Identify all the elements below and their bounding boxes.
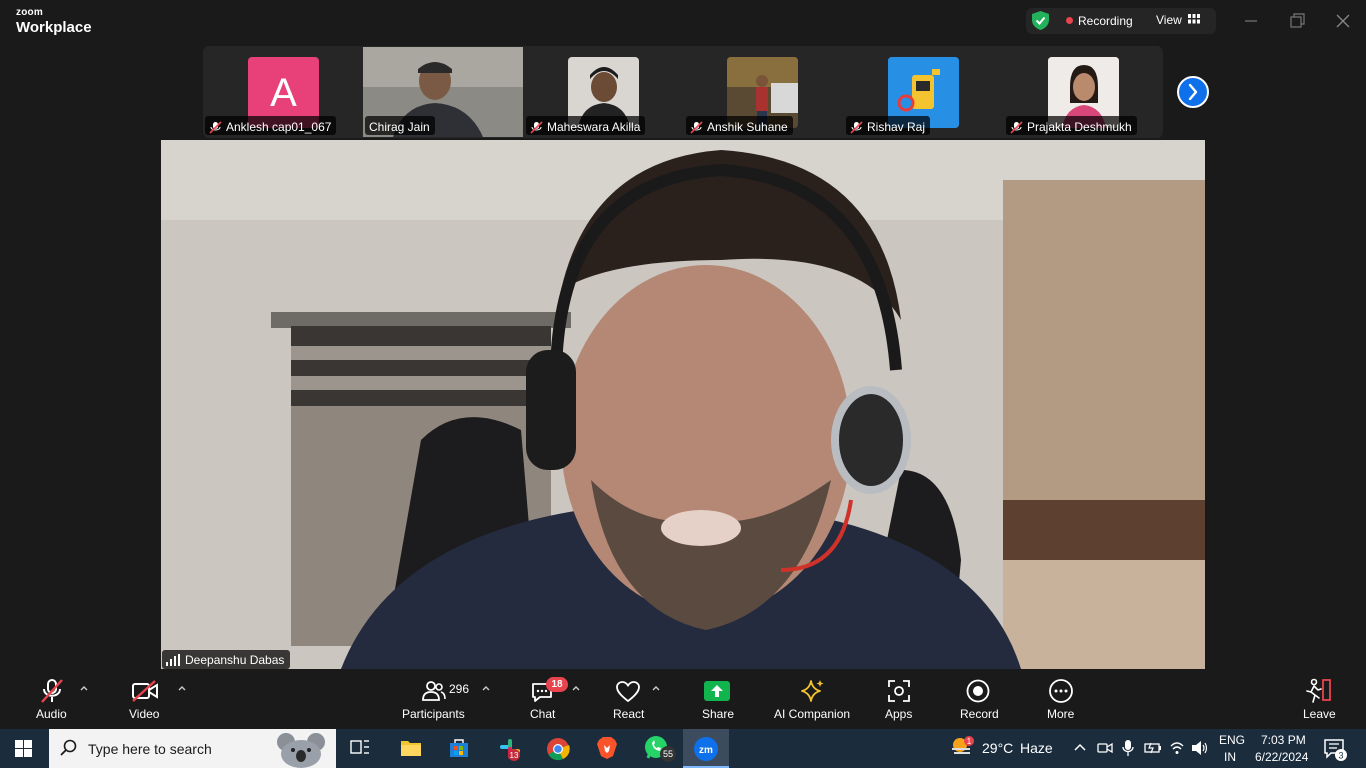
- participant-name: Prajakta Deshmukh: [1027, 120, 1132, 134]
- microsoft-store-icon[interactable]: [448, 737, 470, 759]
- brave-browser-icon[interactable]: [596, 736, 618, 760]
- app-logo: zoom Workplace: [16, 7, 92, 36]
- active-speaker-video[interactable]: [161, 140, 1205, 669]
- speaker-name: Deepanshu Dabas: [185, 652, 285, 667]
- participant-name: Chirag Jain: [369, 120, 430, 134]
- zoom-app-icon[interactable]: zm: [693, 736, 719, 762]
- share-button[interactable]: Share: [702, 707, 734, 721]
- apps-button[interactable]: Apps: [885, 707, 912, 721]
- participants-button[interactable]: Participants: [402, 707, 465, 721]
- chat-button[interactable]: Chat: [530, 707, 555, 721]
- leave-button[interactable]: Leave: [1303, 707, 1336, 721]
- wifi-icon[interactable]: [1169, 740, 1185, 756]
- volume-icon[interactable]: [1191, 740, 1209, 756]
- more-icon[interactable]: [1048, 679, 1074, 703]
- whatsapp-badge: 55: [663, 749, 673, 759]
- chevron-right-icon: [1188, 83, 1198, 101]
- chevron-up-icon[interactable]: [1073, 742, 1087, 752]
- speaker-name-tag: Deepanshu Dabas: [162, 650, 291, 669]
- record-icon[interactable]: [966, 679, 990, 703]
- language-code[interactable]: ENG: [1219, 733, 1245, 747]
- close-icon[interactable]: [1332, 10, 1354, 32]
- notification-center-icon[interactable]: 3: [1323, 738, 1349, 762]
- whatsapp-icon[interactable]: 55: [643, 735, 679, 763]
- chevron-up-icon[interactable]: [177, 684, 187, 692]
- meet-now-icon[interactable]: [1097, 740, 1113, 756]
- participant-name: Rishav Raj: [867, 120, 926, 134]
- weather-badge: 1: [967, 737, 972, 746]
- clock-time[interactable]: 7:03 PM: [1261, 733, 1306, 747]
- muted-mic-icon: [530, 120, 543, 134]
- muted-mic-icon: [209, 120, 222, 134]
- video-button[interactable]: Video: [129, 707, 159, 721]
- chevron-up-icon[interactable]: [481, 684, 491, 692]
- heart-icon[interactable]: [615, 680, 641, 704]
- task-view-icon[interactable]: [350, 739, 370, 757]
- recording-dot-icon: [1066, 17, 1073, 24]
- muted-mic-icon: [850, 120, 863, 134]
- chevron-up-icon[interactable]: [651, 684, 661, 692]
- avatar-letter: A: [270, 71, 297, 115]
- clock-date[interactable]: 6/22/2024: [1255, 750, 1308, 764]
- ai-companion-button[interactable]: AI Companion: [774, 707, 850, 721]
- muted-microphone-icon[interactable]: [40, 678, 64, 704]
- participant-name-tag: Anklesh cap01_067: [205, 116, 337, 135]
- search-placeholder[interactable]: Type here to search: [88, 741, 212, 757]
- participants-icon[interactable]: [422, 680, 446, 702]
- muted-mic-icon: [1010, 120, 1023, 134]
- speaker-video-frame: [161, 140, 1205, 669]
- record-button[interactable]: Record: [960, 707, 999, 721]
- muted-mic-icon: [690, 120, 703, 134]
- microphone-icon[interactable]: [1121, 739, 1135, 757]
- view-button[interactable]: View: [1156, 13, 1182, 27]
- slack-badge: 13: [510, 751, 519, 760]
- grid-view-icon[interactable]: [1188, 14, 1200, 24]
- chevron-up-icon[interactable]: [79, 684, 89, 692]
- participant-name-tag: Rishav Raj: [846, 116, 931, 135]
- participant-name-tag: Anshik Suhane: [686, 116, 793, 135]
- more-button[interactable]: More: [1047, 707, 1074, 721]
- region-code[interactable]: IN: [1224, 750, 1236, 764]
- participant-name: Anshik Suhane: [707, 120, 788, 134]
- share-screen-icon[interactable]: [704, 681, 730, 703]
- participant-name-tag: Chirag Jain: [365, 116, 435, 135]
- restore-icon[interactable]: [1286, 10, 1308, 32]
- brand-large: Workplace: [16, 19, 92, 36]
- minimize-icon[interactable]: [1240, 10, 1262, 32]
- windows-start-icon[interactable]: [15, 740, 32, 757]
- search-icon: [60, 739, 77, 756]
- zoom-taskbar-label: zm: [699, 745, 713, 756]
- temperature[interactable]: 29°C: [982, 740, 1013, 756]
- weather-label[interactable]: Haze: [1020, 740, 1053, 756]
- chevron-up-icon[interactable]: [571, 684, 581, 692]
- participant-name-tag: Prajakta Deshmukh: [1006, 116, 1137, 135]
- apps-icon[interactable]: [887, 679, 911, 703]
- participant-name-tag: Maheswara Akilla: [526, 116, 646, 135]
- shield-icon[interactable]: [1032, 11, 1049, 30]
- recording-label[interactable]: Recording: [1078, 14, 1133, 28]
- participant-name: Maheswara Akilla: [547, 120, 641, 134]
- slack-icon[interactable]: 13: [497, 736, 523, 762]
- brand-small: zoom: [16, 7, 43, 18]
- battery-icon[interactable]: [1144, 741, 1162, 755]
- koala-illustration-icon: [277, 733, 325, 768]
- weather-haze-icon[interactable]: 1: [950, 735, 976, 757]
- participants-count: 296: [449, 682, 470, 696]
- audio-button[interactable]: Audio: [36, 707, 67, 721]
- leave-icon[interactable]: [1304, 678, 1332, 704]
- chat-unread-badge: 18: [546, 677, 568, 692]
- meeting-toolbar: [0, 669, 1366, 729]
- notification-count: 3: [1338, 751, 1343, 761]
- participant-name: Anklesh cap01_067: [226, 120, 332, 134]
- chrome-icon[interactable]: [546, 737, 570, 761]
- sparkle-icon[interactable]: [799, 678, 825, 704]
- signal-strength-icon: [166, 653, 180, 666]
- file-explorer-icon[interactable]: [400, 738, 422, 758]
- next-page-button[interactable]: [1177, 76, 1209, 108]
- video-off-icon[interactable]: [131, 680, 159, 702]
- react-button[interactable]: React: [613, 707, 644, 721]
